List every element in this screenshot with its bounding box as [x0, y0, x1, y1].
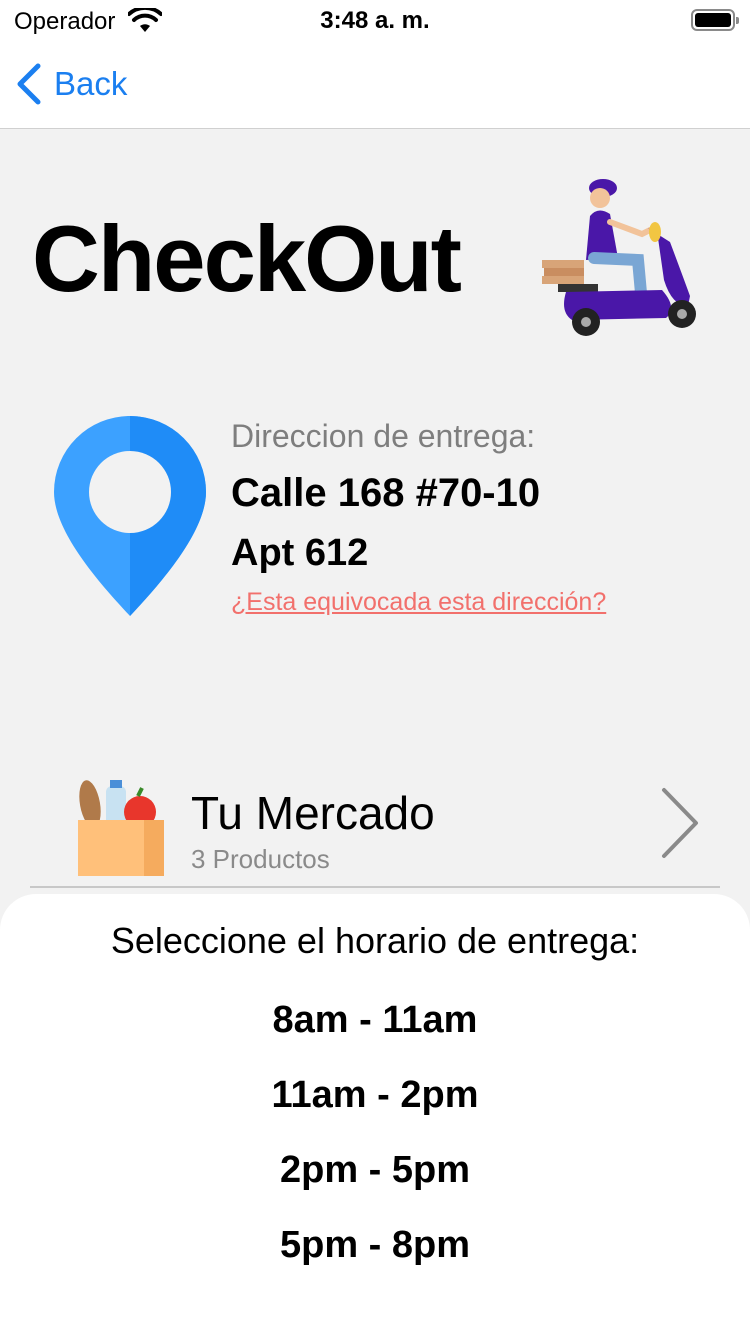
location-pin-icon [54, 416, 206, 616]
wrong-address-link[interactable]: ¿Esta equivocada esta dirección? [231, 588, 606, 617]
battery-icon [691, 9, 739, 31]
time-slot-option[interactable]: 2pm - 5pm [0, 1149, 750, 1192]
time-slot-option[interactable]: 8am - 11am [0, 999, 750, 1042]
delivery-scooter-icon [542, 179, 696, 336]
address-line-2: Apt 612 [231, 532, 369, 574]
page-title: CheckOut [32, 206, 462, 311]
back-label: Back [54, 65, 128, 102]
grocery-bag-icon [78, 780, 164, 876]
market-product-count: 3 Productos [191, 844, 330, 874]
time-slot-option[interactable]: 5pm - 8pm [0, 1224, 750, 1267]
status-bar: Operador 3:48 a. m. [0, 0, 750, 40]
chevron-left-icon [17, 63, 41, 105]
status-time: 3:48 a. m. [320, 7, 430, 34]
back-button[interactable]: Back [14, 62, 127, 106]
market-row[interactable]: Tu Mercado 3 Productos [30, 770, 720, 888]
address-line-1: Calle 168 #70-10 [231, 471, 541, 515]
delivery-time-sheet: Seleccione el horario de entrega: 8am - … [0, 894, 750, 1334]
address-label: Direccion de entrega: [231, 418, 536, 454]
delivery-prompt: Seleccione el horario de entrega: [110, 920, 640, 961]
market-title: Tu Mercado [191, 787, 435, 839]
time-slot-option[interactable]: 11am - 2pm [0, 1074, 750, 1117]
navigation-bar: Back [0, 40, 750, 129]
chevron-right-icon [662, 788, 698, 858]
